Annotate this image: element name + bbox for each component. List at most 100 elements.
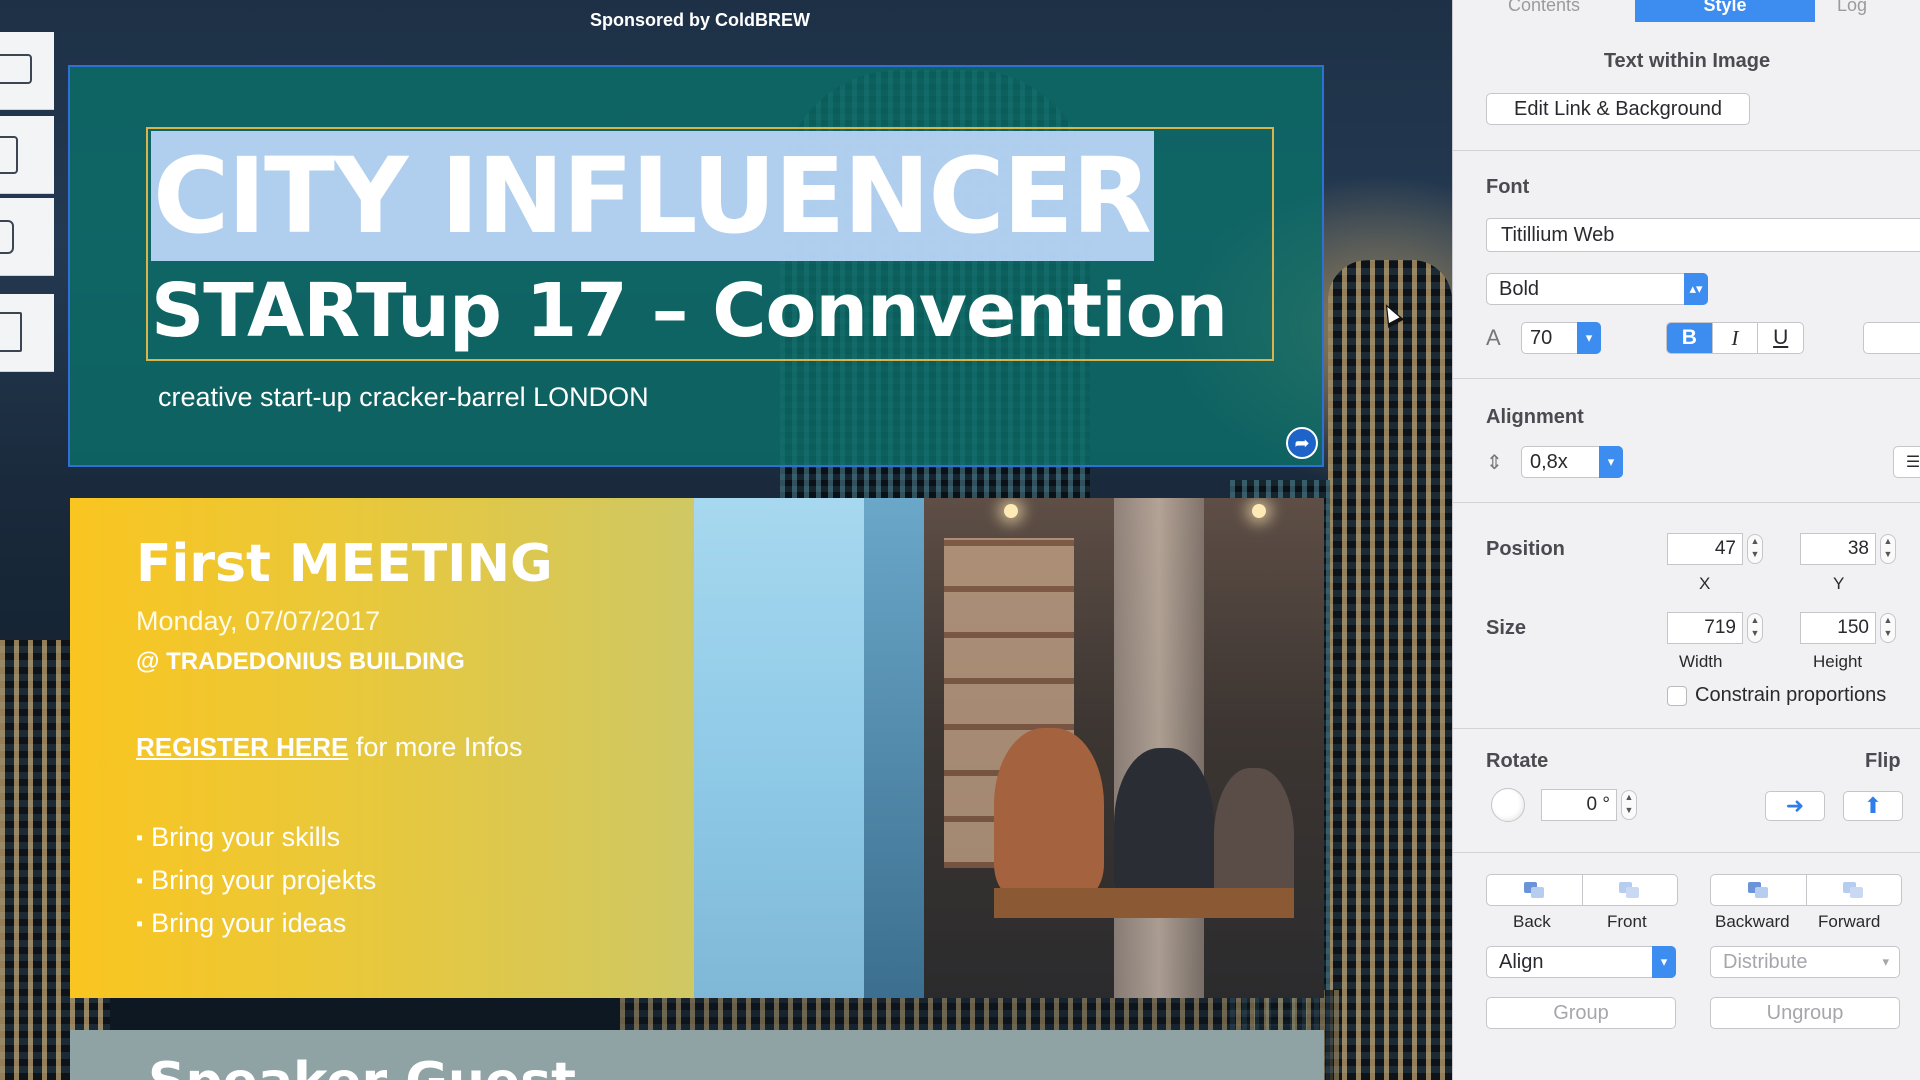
font-weight-select[interactable]: Bold ▴▾ — [1486, 273, 1708, 305]
chevron-down-icon: ▾ — [1577, 322, 1601, 354]
size-heading: Size — [1486, 617, 1527, 639]
height-label: Height — [1813, 652, 1863, 671]
divider — [1453, 502, 1920, 503]
cafe-photo[interactable] — [694, 498, 1324, 998]
ungroup-button[interactable]: Ungroup — [1710, 997, 1900, 1029]
ceiling-lamp — [1252, 504, 1266, 518]
rotate-input[interactable]: 0 ° — [1541, 789, 1617, 821]
rotate-stepper[interactable]: ▲ ▼ — [1621, 790, 1637, 820]
title-line-selected[interactable]: CITY INFLUENCER — [151, 131, 1154, 261]
cafe-table — [994, 888, 1294, 918]
position-x-stepper[interactable]: ▲ ▼ — [1747, 534, 1763, 564]
position-y-label: Y — [1833, 574, 1845, 593]
underline-button[interactable]: U — [1758, 323, 1803, 353]
send-backward-button[interactable] — [1710, 874, 1806, 906]
header-block[interactable]: CITY INFLUENCER STARTup 17 – Connvention… — [68, 65, 1324, 467]
person-figure — [994, 728, 1104, 898]
group-button[interactable]: Group — [1486, 997, 1676, 1029]
bring-forward-button[interactable] — [1806, 874, 1902, 906]
register-link[interactable]: REGISTER HERE — [136, 732, 348, 762]
header-subtitle[interactable]: creative start-up cracker-barrel LONDON — [158, 382, 649, 413]
link-arrow-icon[interactable]: ➦ — [1286, 427, 1318, 459]
text-align-button[interactable]: ☰ — [1893, 446, 1920, 478]
title-line-convention[interactable]: STARTup 17 – Connvention — [151, 263, 1228, 359]
speaker-title: Speaker Guest — [148, 1052, 576, 1080]
tab-log[interactable]: Log — [1815, 0, 1920, 22]
tab-style[interactable]: Style — [1635, 0, 1815, 22]
tab-contents[interactable]: Contents — [1453, 0, 1635, 22]
window-pane — [694, 498, 864, 998]
font-size-select[interactable]: 70 ▾ — [1521, 322, 1601, 354]
chevron-down-icon: ▾ — [1599, 446, 1623, 478]
sponsor-text: Sponsored by ColdBREW — [590, 10, 810, 30]
width-label: Width — [1679, 652, 1723, 671]
tool-text-block[interactable] — [0, 294, 54, 372]
align-select[interactable]: Align ▾ — [1486, 946, 1676, 978]
divider — [1453, 150, 1920, 151]
flip-horizontal-button[interactable]: ➜ — [1765, 791, 1825, 821]
font-size-icon: A — [1486, 325, 1501, 350]
width-stepper[interactable]: ▲ ▼ — [1747, 613, 1763, 643]
meeting-block[interactable]: First MEETING Monday, 07/07/2017 @ TRADE… — [70, 498, 694, 998]
height-stepper[interactable]: ▲ ▼ — [1880, 613, 1896, 643]
tool-phone-shape[interactable] — [0, 198, 54, 276]
register-rest-text: for more Infos — [348, 732, 523, 762]
tool-box-shape[interactable] — [0, 32, 54, 110]
font-heading: Font — [1486, 176, 1530, 198]
line-spacing-icon: ⇕ — [1486, 452, 1503, 474]
design-canvas[interactable]: Sponsored by ColdBREW CITY INFLUENCER ST… — [0, 0, 1452, 1080]
font-family-field[interactable]: Titillium Web — [1486, 218, 1920, 252]
flip-vertical-button[interactable]: ⬆ — [1843, 791, 1903, 821]
meeting-place: @ TRADEDONIUS BUILDING — [136, 648, 465, 675]
bold-button[interactable]: B — [1667, 323, 1713, 353]
list-item: Bring your projekts — [136, 859, 376, 902]
forward-label: Forward — [1818, 912, 1881, 931]
up-down-arrows-icon: ▴▾ — [1684, 273, 1708, 305]
font-weight-value: Bold — [1499, 277, 1540, 300]
position-heading: Position — [1486, 538, 1565, 560]
list-item: Bring your ideas — [136, 902, 376, 945]
font-size-value: 70 — [1530, 326, 1553, 349]
height-input[interactable]: 150 — [1800, 612, 1876, 644]
italic-button[interactable]: I — [1713, 323, 1759, 353]
title-text-frame[interactable]: CITY INFLUENCER STARTup 17 – Connvention — [146, 127, 1274, 361]
chevron-down-icon: ▾ — [1652, 946, 1676, 978]
position-x-input[interactable]: 47 — [1667, 533, 1743, 565]
send-back-button[interactable] — [1486, 874, 1582, 906]
text-color-button[interactable] — [1863, 322, 1920, 354]
divider — [1453, 378, 1920, 379]
meeting-register-line: REGISTER HERE for more Infos — [136, 732, 522, 763]
position-y-input[interactable]: 38 — [1800, 533, 1876, 565]
flip-heading: Flip — [1865, 750, 1901, 772]
layer-back-icon — [1523, 882, 1546, 898]
meeting-date: Monday, 07/07/2017 — [136, 606, 381, 636]
bring-front-button[interactable] — [1582, 874, 1678, 906]
constrain-proportions-label: Constrain proportions — [1695, 684, 1887, 706]
meeting-title: First MEETING — [136, 534, 553, 594]
speaker-block[interactable]: Speaker Guest — [70, 1030, 1324, 1080]
line-spacing-value: 0,8x — [1530, 450, 1568, 473]
backward-label: Backward — [1715, 912, 1790, 931]
layer-forward-icon — [1843, 882, 1865, 898]
align-value: Align — [1499, 950, 1544, 973]
back-front-group — [1486, 874, 1678, 906]
list-item: Bring your skills — [136, 816, 376, 859]
divider — [1453, 728, 1920, 729]
back-label: Back — [1513, 912, 1551, 931]
constrain-proportions-checkbox[interactable] — [1667, 686, 1687, 706]
window-frame — [864, 498, 924, 998]
inspector-panel: Contents Style Log Text within Image Edi… — [1452, 0, 1920, 1080]
alignment-heading: Alignment — [1486, 406, 1584, 428]
edit-link-background-button[interactable]: Edit Link & Background — [1486, 93, 1750, 125]
distribute-select[interactable]: Distribute ▾ — [1710, 946, 1900, 978]
width-input[interactable]: 719 — [1667, 612, 1743, 644]
layer-backward-icon — [1747, 882, 1770, 898]
ceiling-lamp — [1004, 504, 1018, 518]
chevron-down-icon: ▾ — [1882, 954, 1889, 969]
rotate-dial[interactable] — [1491, 788, 1525, 822]
tool-tablet-shape[interactable] — [0, 116, 54, 194]
position-y-stepper[interactable]: ▲ ▼ — [1880, 534, 1896, 564]
front-label: Front — [1607, 912, 1647, 931]
line-spacing-select[interactable]: 0,8x ▾ — [1521, 446, 1623, 478]
layer-front-icon — [1619, 882, 1641, 898]
